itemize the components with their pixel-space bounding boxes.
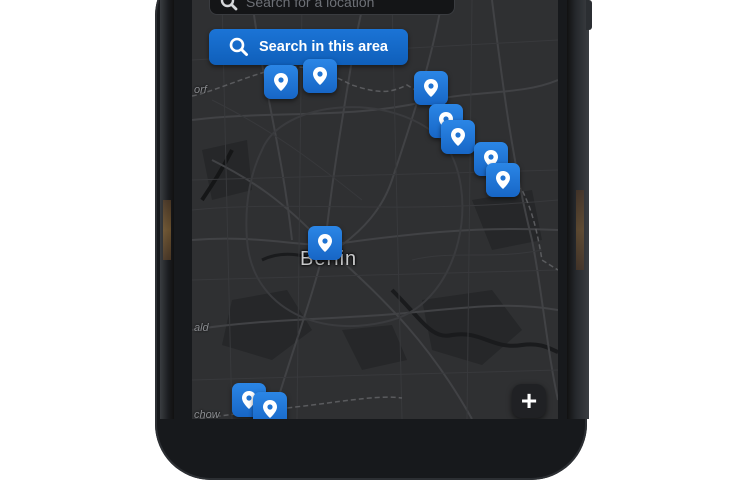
search-icon bbox=[220, 0, 238, 10]
map-pin[interactable] bbox=[486, 163, 520, 197]
map-pin[interactable] bbox=[414, 71, 448, 105]
bezel-reflection bbox=[576, 190, 584, 270]
add-button[interactable]: + bbox=[512, 384, 546, 418]
map-pin[interactable] bbox=[441, 120, 475, 154]
map-place-label: orf bbox=[194, 84, 207, 96]
location-pin-icon bbox=[274, 73, 288, 91]
location-pin-icon bbox=[451, 128, 465, 146]
location-pin-icon bbox=[313, 67, 327, 85]
map-place-label: ald bbox=[194, 322, 209, 334]
phone-side-button bbox=[586, 0, 592, 30]
search-in-this-area-label: Search in this area bbox=[259, 39, 388, 55]
search-input[interactable]: Search for a location bbox=[209, 0, 455, 15]
map-screen[interactable]: Search for a location Search in this are… bbox=[192, 0, 558, 419]
map-pin[interactable] bbox=[303, 59, 337, 93]
location-pin-icon bbox=[424, 79, 438, 97]
location-pin-icon bbox=[496, 171, 510, 189]
bezel-reflection bbox=[163, 200, 171, 260]
search-icon bbox=[229, 37, 249, 56]
map-pin[interactable] bbox=[308, 226, 342, 260]
location-pin-icon bbox=[263, 400, 277, 418]
location-pin-icon bbox=[318, 234, 332, 252]
map-pin[interactable] bbox=[253, 392, 287, 419]
map-pin[interactable] bbox=[264, 65, 298, 99]
map-place-label: chow bbox=[194, 409, 220, 419]
search-placeholder: Search for a location bbox=[246, 0, 375, 10]
